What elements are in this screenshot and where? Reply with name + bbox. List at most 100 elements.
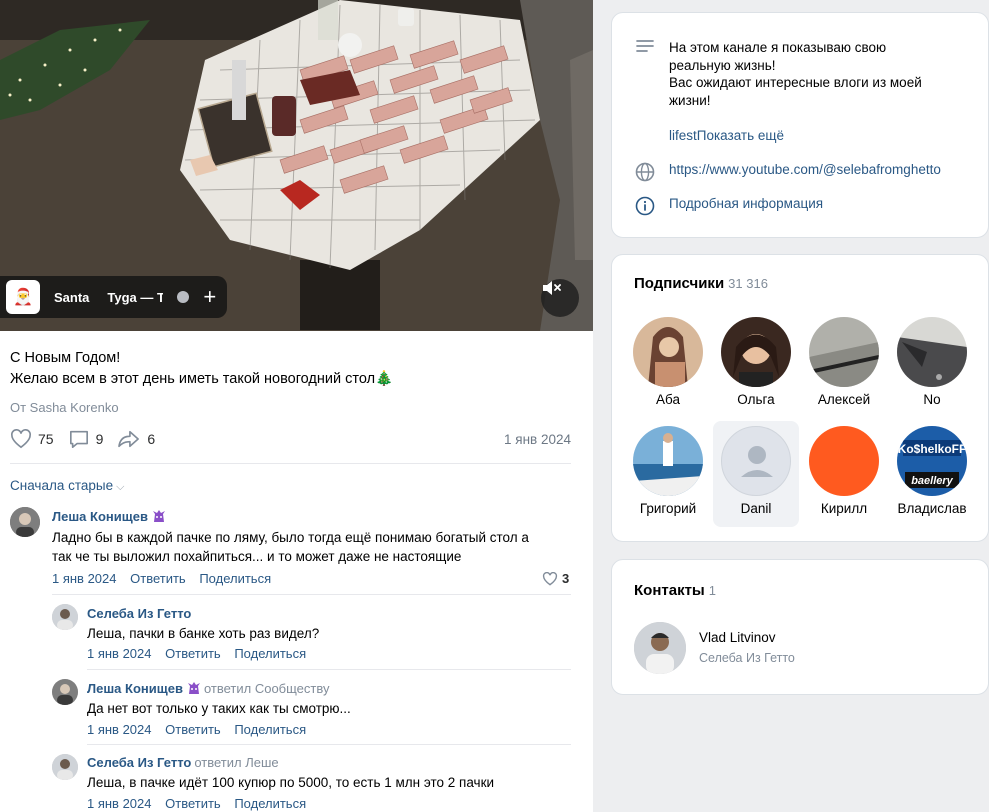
comment-author[interactable]: Леша Конищев: [52, 509, 166, 524]
hashtag-link[interactable]: lifest: [669, 128, 697, 143]
avatar: [897, 317, 967, 387]
contacts-count: 1: [708, 583, 716, 598]
like-button[interactable]: 75: [10, 429, 54, 449]
subscriber-item[interactable]: Danil: [713, 421, 799, 527]
reply-button[interactable]: Ответить: [165, 796, 221, 811]
comment-meta: 1 янв 2024 Ответить Поделиться: [87, 722, 316, 737]
comment-icon: [69, 430, 88, 448]
description-more: lifestПоказать ещё: [669, 127, 922, 145]
divider: [87, 744, 571, 745]
avatar[interactable]: [52, 679, 78, 705]
reply-button[interactable]: Ответить: [165, 722, 221, 737]
info-icon: [634, 196, 656, 216]
post-text-line: Желаю всем в этот день иметь такой новог…: [10, 371, 394, 387]
share-comment-button[interactable]: Поделиться: [234, 796, 306, 811]
divider: [87, 669, 571, 670]
music-artist[interactable]: Santa: [54, 290, 89, 305]
track-cover: 🎅: [6, 280, 40, 314]
avatar: [633, 426, 703, 496]
description-line: реальную жизнь!: [669, 57, 776, 73]
subscriber-name: Григорий: [639, 501, 697, 516]
subscriber-item[interactable]: Григорий: [625, 421, 711, 527]
svg-text:Ko$helkoFF: Ko$helkoFF: [898, 442, 967, 456]
mute-button[interactable]: [541, 279, 579, 317]
subscriber-item[interactable]: Ольга: [713, 312, 799, 418]
share-icon: [118, 430, 140, 448]
reply-button[interactable]: Ответить: [165, 646, 221, 661]
post-author[interactable]: От Sasha Korenko: [10, 400, 119, 415]
comment-date[interactable]: 1 янв 2024: [87, 796, 152, 811]
info-dot-icon: [177, 291, 190, 303]
monster-emoji-icon: [187, 682, 200, 694]
avatar[interactable]: [634, 622, 686, 674]
avatar[interactable]: [52, 604, 78, 630]
share-comment-button[interactable]: Поделиться: [234, 722, 306, 737]
comment-author[interactable]: Леша Конищев ответил Сообществу: [87, 681, 329, 696]
monster-emoji-icon: [152, 510, 165, 522]
comment-text: Ладно бы в каждой пачке по ляму, было то…: [52, 528, 572, 566]
show-more-link[interactable]: Показать ещё: [697, 128, 784, 143]
reply-to-label[interactable]: ответил Леше: [194, 755, 278, 770]
comment-button[interactable]: 9: [68, 429, 104, 449]
reply-button[interactable]: Ответить: [130, 571, 186, 586]
add-track-icon[interactable]: +: [203, 286, 216, 308]
sort-label: Сначала старые: [10, 478, 114, 493]
comment-date[interactable]: 1 янв 2024: [52, 571, 117, 586]
contact-name[interactable]: Vlad Litvinov: [699, 630, 776, 645]
music-track[interactable]: Tyga — T: [107, 290, 163, 305]
post-date[interactable]: 1 янв 2024: [504, 432, 571, 447]
share-comment-button[interactable]: Поделиться: [199, 571, 271, 586]
comment-author[interactable]: Селеба Из Гетто: [87, 606, 191, 621]
comment-author[interactable]: Селеба Из Гетто ответил Леше: [87, 755, 279, 770]
subscriber-item[interactable]: No: [889, 312, 975, 418]
comment-text: Леша, в пачке идёт 100 купюр по 5000, то…: [87, 773, 494, 792]
subscriber-item[interactable]: Алексей: [801, 312, 887, 418]
heart-icon: [542, 571, 558, 586]
website-row: https://www.youtube.com/@selebafromghett…: [634, 162, 941, 182]
comment-like-button[interactable]: 3: [542, 571, 569, 586]
subscribers-count: 31 316: [728, 276, 768, 291]
subscribers-title[interactable]: Подписчики 31 316: [634, 275, 768, 292]
contacts-title[interactable]: Контакты 1: [634, 582, 716, 599]
divider: [10, 463, 571, 464]
subscriber-item[interactable]: Аба: [625, 312, 711, 418]
about-card: На этом канале я показываю свою реальную…: [611, 12, 989, 238]
subscriber-item[interactable]: Кирилл: [801, 421, 887, 527]
svg-text:baellery: baellery: [911, 475, 953, 487]
description-row: На этом канале я показываю свою реальную…: [634, 39, 922, 145]
globe-icon: [634, 162, 656, 182]
share-button[interactable]: 6: [117, 429, 155, 449]
website-link[interactable]: https://www.youtube.com/@selebafromghett…: [669, 162, 941, 177]
comment-text: Да нет вот только у таких как ты смотрю.…: [87, 699, 351, 718]
subscriber-name: Аба: [656, 392, 680, 407]
subscribers-label: Подписчики: [634, 275, 725, 292]
subscribers-card: Подписчики 31 316 Аба Ольга Алексей No Гр…: [611, 254, 989, 542]
comment-sort-dropdown[interactable]: Сначала старые ⌵: [10, 478, 124, 494]
reply-to-label[interactable]: ответил Сообществу: [204, 681, 330, 696]
avatar[interactable]: [52, 754, 78, 780]
comment-text-line: Да нет вот только у таких как ты смотрю.…: [87, 701, 351, 716]
details-row: Подробная информация: [634, 196, 823, 216]
post-photo[interactable]: 🎅 Santa Tyga — T +: [0, 0, 593, 331]
post-actions: 75 9 6 1 янв 2024: [10, 428, 571, 450]
user-placeholder-icon: [741, 446, 773, 477]
subscriber-item[interactable]: Ko$helkoFF baellery Владислав: [889, 421, 975, 527]
music-player[interactable]: 🎅 Santa Tyga — T +: [0, 276, 227, 318]
comment-meta: 1 янв 2024 Ответить Поделиться: [52, 571, 281, 586]
heart-icon: [11, 429, 31, 449]
avatar: [721, 426, 791, 496]
comment-author-name: Селеба Из Гетто: [87, 606, 192, 621]
share-comment-button[interactable]: Поделиться: [234, 646, 306, 661]
user-photo-icon: [52, 754, 78, 780]
share-count: 6: [147, 431, 156, 447]
comment-meta: 1 янв 2024 Ответить Поделиться: [87, 646, 316, 661]
subscriber-name: Danil: [740, 501, 772, 516]
comment-date[interactable]: 1 янв 2024: [87, 646, 152, 661]
comment-text-line: так че ты выложил похайпиться... и то мо…: [52, 549, 462, 564]
comment-count: 9: [95, 431, 104, 447]
comment-date[interactable]: 1 янв 2024: [87, 722, 152, 737]
post: 🎅 Santa Tyga — T + С Новым Годом! Желаю …: [0, 0, 593, 812]
details-link[interactable]: Подробная информация: [669, 196, 823, 211]
contacts-label: Контакты: [634, 582, 705, 599]
avatar[interactable]: [10, 507, 40, 537]
